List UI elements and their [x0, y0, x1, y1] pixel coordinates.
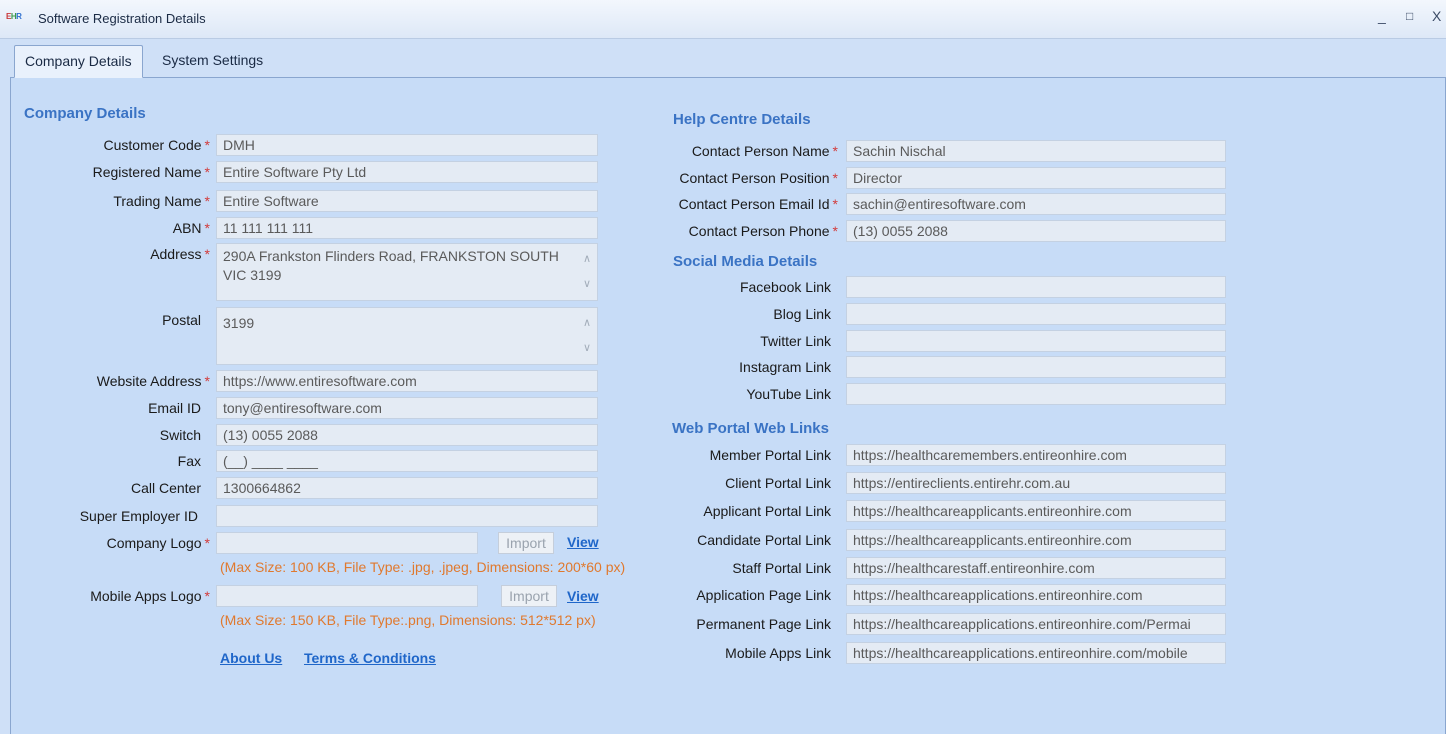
company-section-title: Company Details	[24, 105, 146, 122]
contact-position-field[interactable]: Director	[846, 167, 1226, 189]
contact-position-label: Contact Person Position *	[679, 170, 838, 186]
mobile-logo-import-button[interactable]: Import	[501, 585, 557, 607]
youtube-field[interactable]	[846, 383, 1226, 405]
email-label: Email ID	[148, 400, 201, 416]
application-page-field[interactable]: https://healthcareapplications.entireonh…	[846, 584, 1226, 606]
scroll-down-icon[interactable]: ∨	[583, 275, 591, 294]
applicant-portal-field[interactable]: https://healthcareapplicants.entireonhir…	[846, 500, 1226, 522]
postal-label: Postal	[162, 312, 201, 328]
company-logo-label: Company Logo *	[106, 535, 210, 551]
maximize-button[interactable]: □	[1406, 9, 1413, 23]
fax-field[interactable]: (__) ____ ____	[216, 450, 598, 472]
trading-name-label: Trading Name *	[113, 193, 210, 209]
contact-name-label: Contact Person Name *	[691, 143, 838, 159]
contact-name-field[interactable]: Sachin Nischal	[846, 140, 1226, 162]
member-portal-label: Member Portal Link	[709, 447, 831, 463]
candidate-portal-field[interactable]: https://healthcareapplicants.entireonhir…	[846, 529, 1226, 551]
website-label: Website Address *	[96, 373, 210, 389]
contact-phone-field[interactable]: (13) 0055 2088	[846, 220, 1226, 242]
postal-text: 3199	[223, 315, 255, 331]
mobile-apps-field[interactable]: https://healthcareapplications.entireonh…	[846, 642, 1226, 664]
mobile-logo-label: Mobile Apps Logo *	[90, 588, 210, 604]
twitter-field[interactable]	[846, 330, 1226, 352]
help-section-title: Help Centre Details	[673, 111, 811, 128]
contact-email-label: Contact Person Email Id *	[678, 196, 838, 212]
application-page-label: Application Page Link	[696, 587, 831, 603]
mobile-logo-field[interactable]	[216, 585, 478, 607]
terms-link[interactable]: Terms & Conditions	[304, 650, 436, 666]
call-center-field[interactable]: 1300664862	[216, 477, 598, 499]
member-portal-field[interactable]: https://healthcaremembers.entireonhire.c…	[846, 444, 1226, 466]
address-text: 290A Frankston Flinders Road, FRANKSTON …	[223, 248, 559, 283]
close-button[interactable]: X	[1432, 8, 1441, 24]
twitter-label: Twitter Link	[760, 333, 831, 349]
social-section-title: Social Media Details	[673, 253, 818, 270]
scroll-down-icon[interactable]: ∨	[583, 339, 591, 358]
customer-code-label: Customer Code *	[103, 137, 211, 153]
youtube-label: YouTube Link	[746, 386, 831, 402]
address-textarea[interactable]: 290A Frankston Flinders Road, FRANKSTON …	[216, 243, 598, 301]
company-logo-hint: (Max Size: 100 KB, File Type: .jpg, .jpe…	[220, 559, 626, 575]
blog-field[interactable]	[846, 303, 1226, 325]
client-portal-label: Client Portal Link	[725, 475, 831, 491]
company-logo-import-button[interactable]: Import	[498, 532, 554, 554]
switch-label: Switch	[159, 427, 201, 443]
blog-label: Blog Link	[773, 306, 831, 322]
super-employer-field[interactable]	[216, 505, 598, 527]
tab-company-details[interactable]: Company Details	[14, 45, 143, 78]
fax-label: Fax	[177, 453, 201, 469]
company-logo-field[interactable]	[216, 532, 478, 554]
customer-code-field[interactable]: DMH	[216, 134, 598, 156]
instagram-label: Instagram Link	[739, 359, 831, 375]
tab-strip: Company Details System Settings	[10, 43, 1446, 78]
client-portal-field[interactable]: https://entireclients.entirehr.com.au	[846, 472, 1226, 494]
facebook-field[interactable]	[846, 276, 1226, 298]
switch-field[interactable]: (13) 0055 2088	[216, 424, 598, 446]
applicant-portal-label: Applicant Portal Link	[703, 503, 831, 519]
candidate-portal-label: Candidate Portal Link	[697, 532, 831, 548]
email-field[interactable]: tony@entiresoftware.com	[216, 397, 598, 419]
instagram-field[interactable]	[846, 356, 1226, 378]
portal-section-title: Web Portal Web Links	[672, 420, 829, 437]
mobile-logo-hint: (Max Size: 150 KB, File Type:.png, Dimen…	[220, 612, 596, 628]
window-title: Software Registration Details	[38, 11, 206, 26]
tab-system-settings[interactable]: System Settings	[152, 45, 273, 76]
permanent-page-field[interactable]: https://healthcareapplications.entireonh…	[846, 613, 1226, 635]
scroll-up-icon[interactable]: ∧	[583, 250, 591, 269]
trading-name-field[interactable]: Entire Software	[216, 190, 598, 212]
app-logo-icon: EHR	[6, 12, 22, 21]
super-employer-label: Super Employer ID	[79, 508, 198, 524]
facebook-label: Facebook Link	[739, 279, 831, 295]
call-center-label: Call Center	[130, 480, 201, 496]
mobile-logo-view-link[interactable]: View	[567, 588, 599, 604]
abn-field[interactable]: 11 111 111 111	[216, 217, 598, 239]
staff-portal-field[interactable]: https://healthcarestaff.entireonhire.com	[846, 557, 1226, 579]
registered-name-label: Registered Name *	[92, 164, 210, 180]
website-field[interactable]: https://www.entiresoftware.com	[216, 370, 598, 392]
postal-textarea[interactable]: 3199 ∧ ∨	[216, 307, 598, 365]
company-logo-view-link[interactable]: View	[567, 534, 599, 550]
registered-name-field[interactable]: Entire Software Pty Ltd	[216, 161, 598, 183]
minimize-button[interactable]: _	[1378, 8, 1386, 24]
address-label: Address *	[150, 246, 210, 262]
abn-label: ABN *	[172, 220, 210, 236]
permanent-page-label: Permanent Page Link	[696, 616, 831, 632]
title-bar: EHR Software Registration Details _ □ X	[0, 0, 1446, 39]
contact-email-field[interactable]: sachin@entiresoftware.com	[846, 193, 1226, 215]
contact-phone-label: Contact Person Phone *	[688, 223, 838, 239]
about-us-link[interactable]: About Us	[220, 650, 282, 666]
scroll-up-icon[interactable]: ∧	[583, 314, 591, 333]
mobile-apps-label: Mobile Apps Link	[725, 645, 831, 661]
staff-portal-label: Staff Portal Link	[732, 560, 831, 576]
